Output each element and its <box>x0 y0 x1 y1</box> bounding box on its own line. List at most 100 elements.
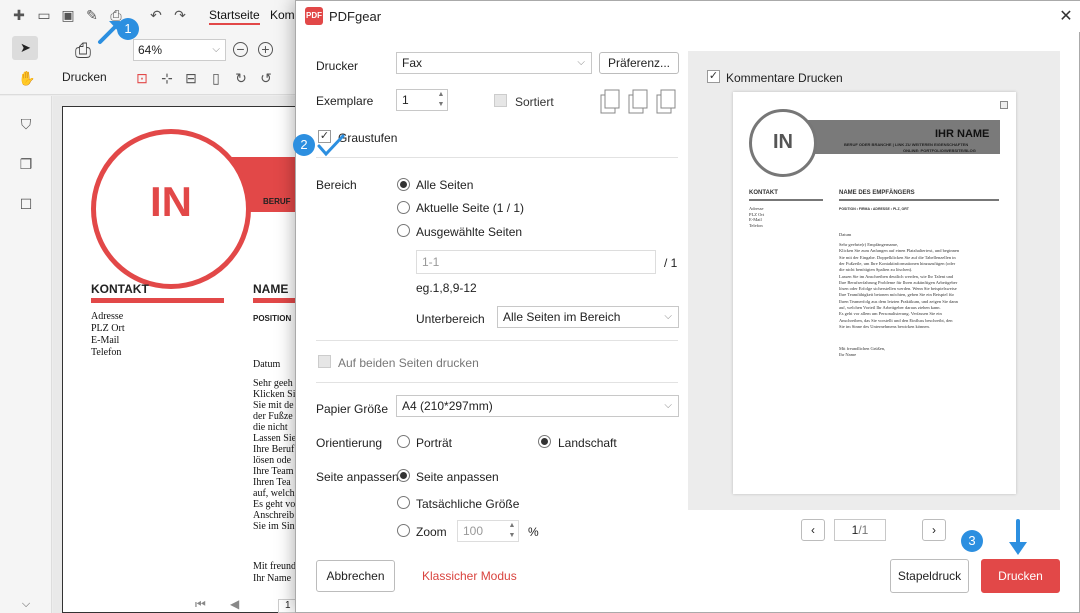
new-file-icon[interactable]: ✚ <box>11 7 27 23</box>
close-icon[interactable]: ✕ <box>1056 6 1076 26</box>
prev-page-icon[interactable]: ◀ <box>230 597 239 611</box>
letter-line: Ihre Team <box>253 466 294 477</box>
collate-checkbox[interactable] <box>494 94 507 107</box>
zoom-select[interactable]: 64% ⌵ <box>133 39 226 61</box>
fit-height-icon[interactable]: ▯ <box>208 70 224 86</box>
print-comments-checkbox[interactable]: ✓ <box>707 70 720 83</box>
zoom-radio[interactable] <box>397 524 410 537</box>
range-all-radio[interactable] <box>397 178 410 191</box>
save-icon[interactable]: ▣ <box>60 7 76 23</box>
portrait-radio[interactable] <box>397 435 410 448</box>
tab-kommentar[interactable]: Kom <box>270 8 295 22</box>
tab-startseite[interactable]: Startseite <box>209 8 260 25</box>
preview-kontakt-item: E-Mail <box>749 217 762 222</box>
comment-icon[interactable]: ☐ <box>18 196 34 212</box>
chevron-down-icon: ⌵ <box>664 400 672 411</box>
preview-next-button[interactable]: › <box>922 519 946 541</box>
preview-body-line: Ihre Berufserfahrung Probleme für Ihren … <box>839 279 958 285</box>
preferences-button[interactable]: Präferenz... <box>599 52 679 74</box>
actual-size-radio[interactable] <box>397 496 410 509</box>
classic-mode-link[interactable]: Klassicher Modus <box>422 569 517 583</box>
resume-header-text: BERUF <box>263 197 291 206</box>
preview-body-line: Anschreiben, das Sie vorstellt und den E… <box>839 317 953 323</box>
preview-kontakt-item: PLZ Ort <box>749 211 765 217</box>
stepper-icon[interactable]: ▲ ▼ <box>507 521 517 541</box>
letter-line: der Fußze <box>253 411 293 422</box>
closing-line: Mit freund <box>253 561 297 572</box>
section-divider <box>316 157 678 158</box>
preview-body-line: Ihren Teamerfolg aus dem letzten Praktik… <box>839 298 958 304</box>
stepper-icon[interactable]: ▲ ▼ <box>436 90 446 110</box>
preview-page-input[interactable]: 1/1 <box>834 519 886 541</box>
cursor-icon: ➤ <box>20 40 31 55</box>
section-divider <box>316 340 678 341</box>
range-selected-label: Ausgewählte Seiten <box>416 225 523 239</box>
range-label: Bereich <box>316 178 357 192</box>
checkmark-annotation <box>317 134 345 157</box>
select-tool-button[interactable]: ➤ <box>12 36 38 60</box>
redo-icon[interactable]: ↷ <box>172 7 188 23</box>
fit-width-icon[interactable]: ⊟ <box>183 70 199 86</box>
paper-size-select[interactable]: A4 (210*297mm) ⌵ <box>396 395 679 417</box>
preview-body-line: auf, welchen Vorteil Ihr Arbeitgeber dar… <box>839 305 941 310</box>
letter-line: Lassen Sie <box>253 433 297 444</box>
first-page-icon[interactable]: ⏮ <box>195 597 206 612</box>
collate-label: Sortiert <box>515 95 554 109</box>
rotate-right-icon[interactable]: ↻ <box>233 70 249 86</box>
print-button[interactable]: Drucken <box>981 559 1060 593</box>
print-large-icon: ⎙ <box>75 40 91 62</box>
section-divider <box>316 382 678 383</box>
range-current-radio[interactable] <box>397 201 410 214</box>
preview-body-line: Sie mit der Eingabe. Doppelklicken Sie a… <box>839 254 956 260</box>
zoom-in-icon[interactable]: + <box>258 42 273 57</box>
fit-page-radio[interactable] <box>397 469 410 482</box>
preview-page-total: /1 <box>858 523 869 537</box>
dialog-title: PDFgear <box>329 9 382 24</box>
landscape-radio[interactable] <box>538 435 551 448</box>
step-badge-1: 1 <box>117 18 139 40</box>
bookmark-icon[interactable]: ⛉ <box>18 116 34 132</box>
print-label: Drucken <box>62 70 107 84</box>
preview-kontakt: KONTAKT <box>749 190 778 196</box>
hand-icon[interactable]: ✋ <box>18 70 35 86</box>
copies-input[interactable]: 1 ▲ ▼ <box>396 89 448 111</box>
letter-line: lösen ode <box>253 455 292 466</box>
printer-value: Fax <box>402 56 423 70</box>
step-badge-2: 2 <box>293 134 315 156</box>
undo-icon[interactable]: ↶ <box>148 7 164 23</box>
subrange-value: Alle Seiten im Bereich <box>503 310 621 324</box>
preview-name: IHR NAME <box>935 128 990 140</box>
letter-line: Ihre Beruf <box>253 444 295 455</box>
date-text: Datum <box>253 359 281 370</box>
print-comments-label: Kommentare Drucken <box>726 71 843 85</box>
paper-size-label: Papier Größe <box>316 402 389 416</box>
fit-label: Seite anpassen <box>316 470 399 484</box>
zoom-out-icon[interactable]: − <box>233 42 248 57</box>
letter-line: Klicken Si <box>253 389 296 400</box>
open-folder-icon[interactable]: ▭ <box>36 7 52 23</box>
preview-recipient-rule <box>839 199 999 201</box>
zoom-input[interactable]: 100 ▲ ▼ <box>457 520 519 542</box>
fit-page-icon[interactable]: ⊹ <box>159 70 175 86</box>
preview-closing: Ihr Name <box>839 352 857 357</box>
kontakt-item: Adresse <box>91 311 124 322</box>
actual-size-icon[interactable]: ⊡ <box>134 70 150 86</box>
preview-body-line: Ihre Teamfähigkeit betonen möchten, gebe… <box>839 292 954 298</box>
letter-line: Sie mit de <box>253 400 294 411</box>
pages-input[interactable]: 1-1 <box>416 250 656 274</box>
left-sidebar: ⛉ ❐ ☐ ⌵ <box>0 96 52 613</box>
chevron-down-icon[interactable]: ⌵ <box>18 596 34 612</box>
batch-print-button[interactable]: Stapeldruck <box>890 559 969 593</box>
cancel-button[interactable]: Abbrechen <box>316 560 395 592</box>
subrange-select[interactable]: Alle Seiten im Bereich ⌵ <box>497 306 679 328</box>
range-all-label: Alle Seiten <box>416 178 474 192</box>
duplex-checkbox[interactable] <box>318 355 331 368</box>
rotate-left-icon[interactable]: ↺ <box>258 70 274 86</box>
printer-select[interactable]: Fax ⌵ <box>396 52 592 74</box>
preview-initials-circle: IN <box>749 109 817 177</box>
preview-prev-button[interactable]: ‹ <box>801 519 825 541</box>
pages-icon[interactable]: ❐ <box>18 156 34 172</box>
preview-position: POSITION • FIRMA • ADRESSE • PLZ, ORT <box>839 207 909 211</box>
range-selected-radio[interactable] <box>397 224 410 237</box>
preview-kontakt-rule <box>749 199 823 201</box>
